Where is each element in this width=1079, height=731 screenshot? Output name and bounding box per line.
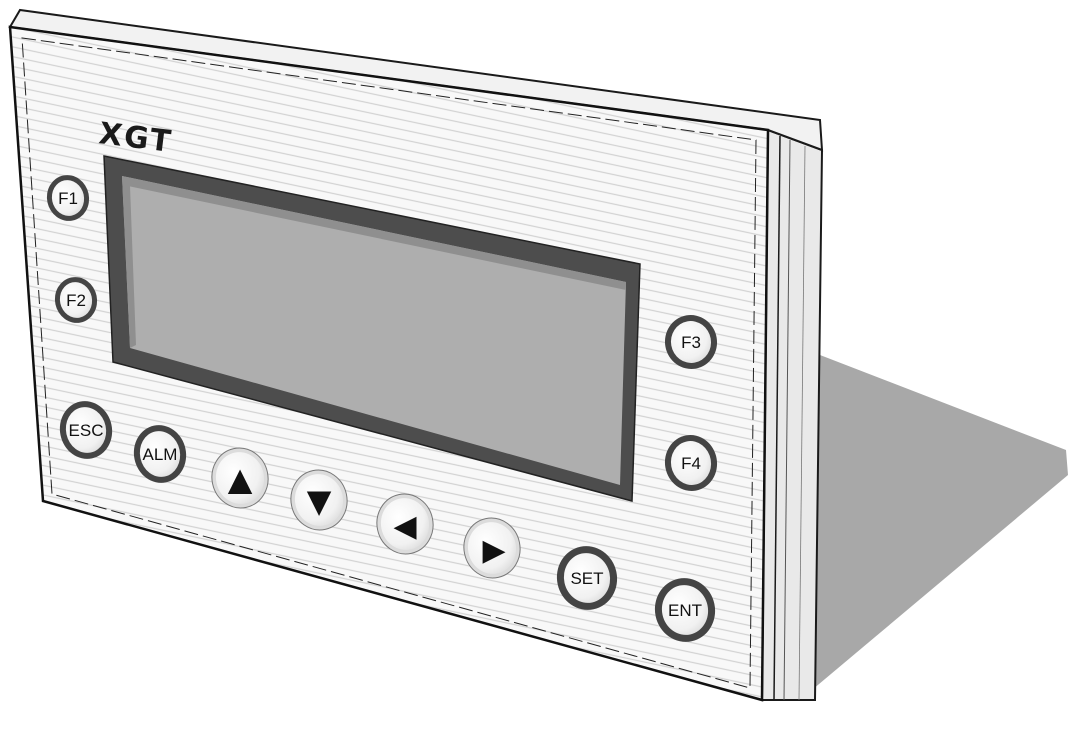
up-arrow-icon: ▲	[228, 460, 253, 498]
f1-label: F1	[58, 189, 78, 208]
hmi-device-illustration: XGT F1 F2 F3 F4 ESC ALM ▲ ▼ ◀ ▶ SET ENT	[8, 8, 1068, 702]
right-arrow-icon: ▶	[482, 533, 505, 568]
f4-label: F4	[681, 454, 701, 473]
esc-label: ESC	[69, 421, 104, 440]
housing-side	[760, 128, 824, 701]
f2-label: F2	[66, 291, 86, 310]
set-label: SET	[570, 569, 603, 588]
f3-label: F3	[681, 333, 701, 352]
alm-label: ALM	[143, 445, 178, 464]
left-arrow-icon: ◀	[393, 509, 416, 544]
down-arrow-icon: ▼	[307, 482, 332, 520]
ent-label: ENT	[668, 601, 702, 620]
